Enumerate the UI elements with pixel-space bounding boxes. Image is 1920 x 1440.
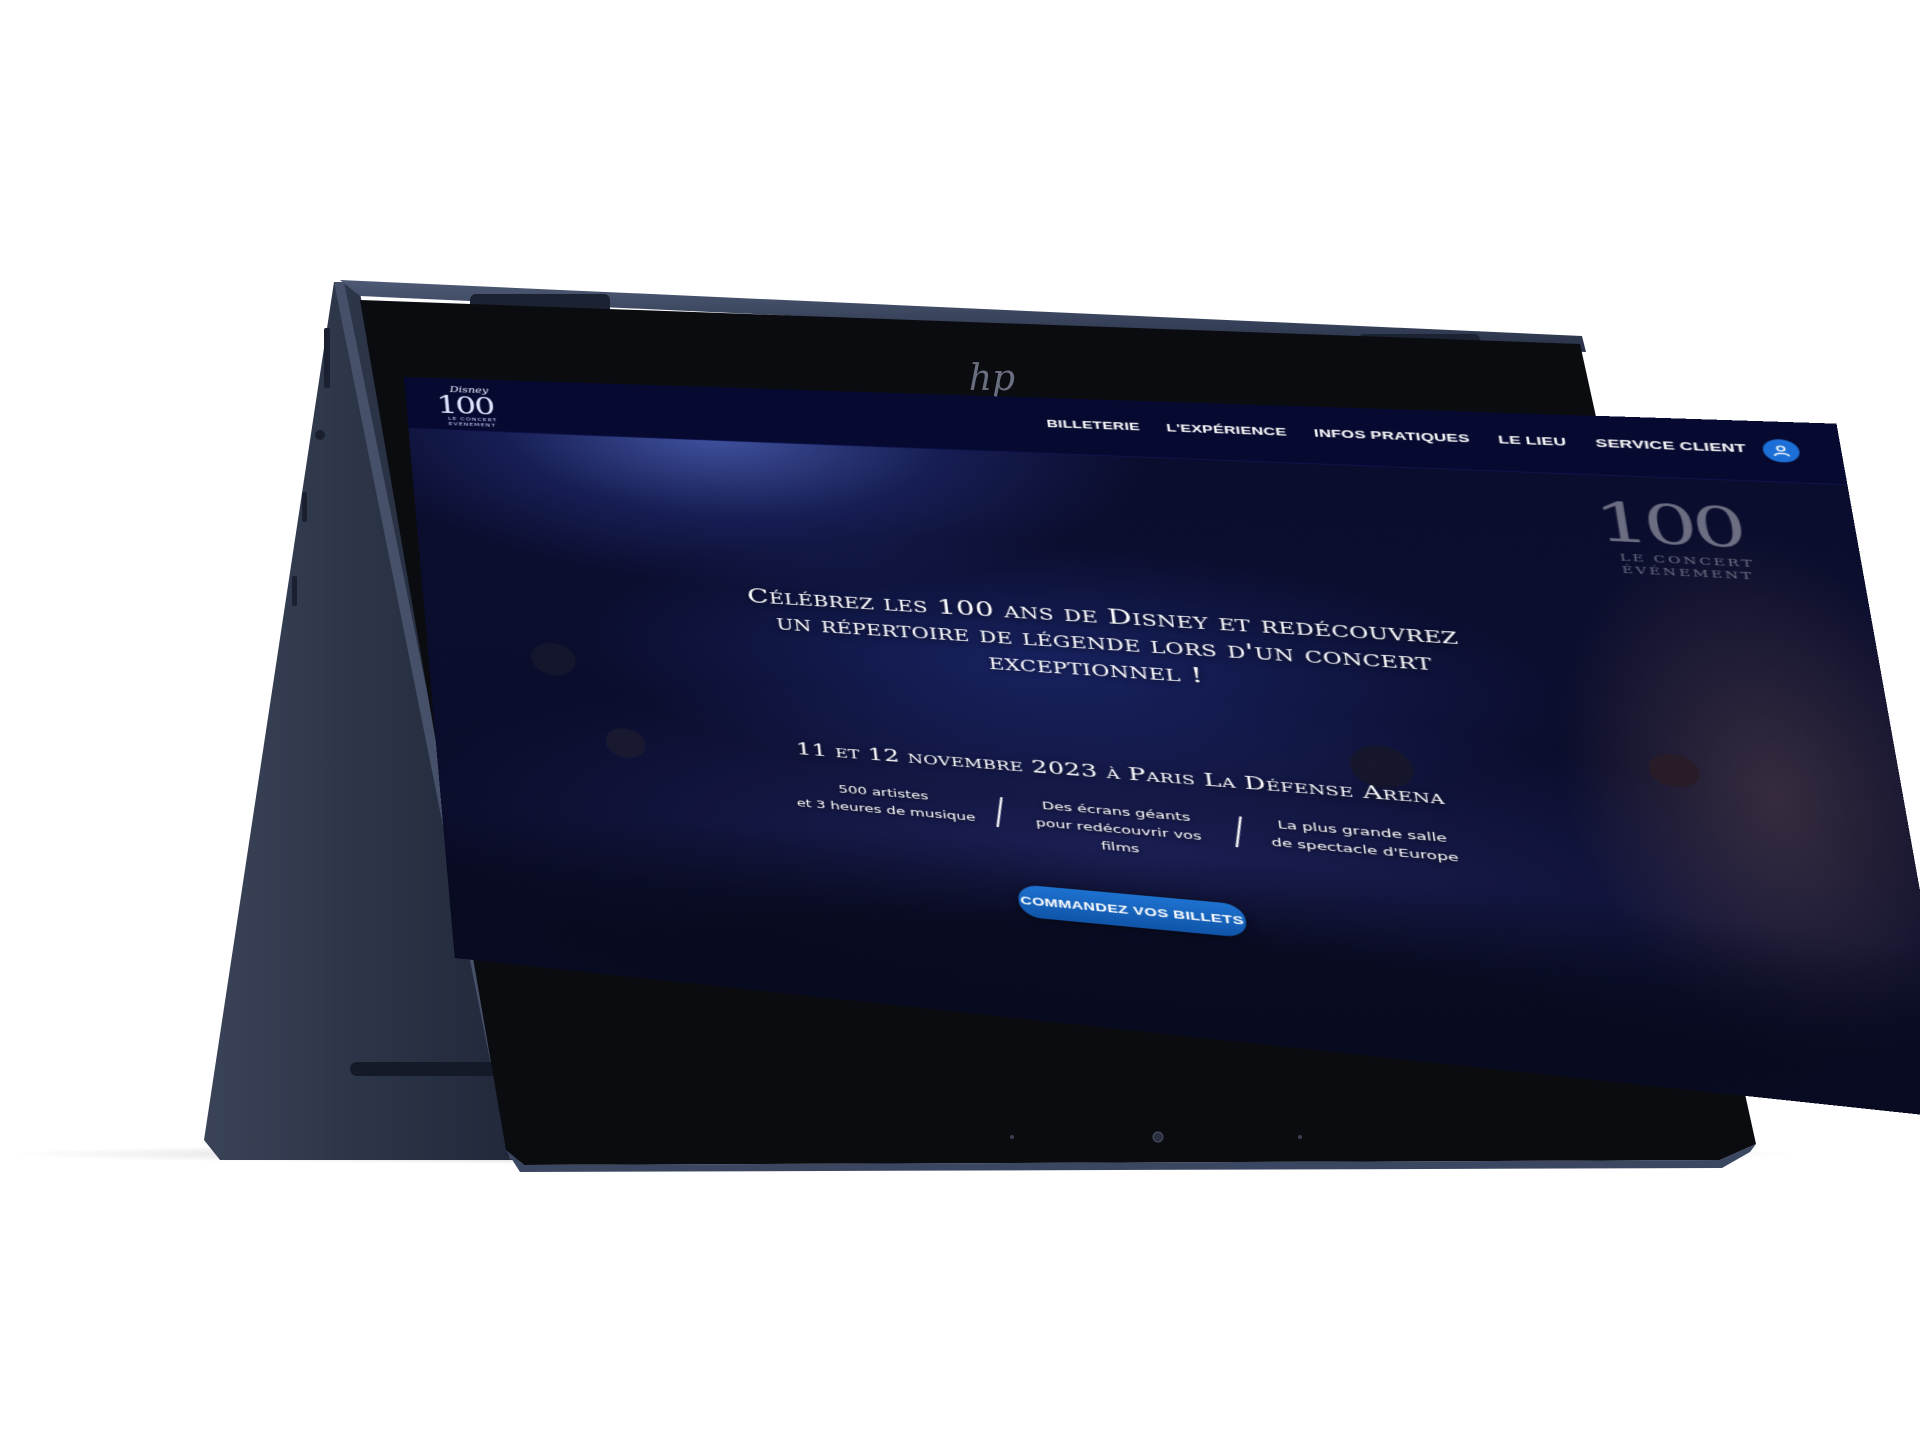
user-icon <box>1770 444 1792 457</box>
nav-billeterie[interactable]: BILLETERIE <box>1046 417 1141 433</box>
logo-subtitle-2: ÉVÉNEMENT <box>448 421 497 429</box>
side-button-2 <box>292 576 297 606</box>
feature-divider <box>1234 816 1242 848</box>
camera-icon <box>1152 1131 1164 1143</box>
main-nav: BILLETERIE L'EXPÉRIENCE INFOS PRATIQUES … <box>1046 417 1747 455</box>
watermark-number: 100 <box>1590 489 1747 561</box>
feature-divider <box>995 797 1003 828</box>
account-button[interactable] <box>1761 438 1802 464</box>
sensor-dot-right <box>1298 1135 1302 1139</box>
disney100-logo[interactable]: Disney 100 LE CONCERT ÉVÉNEMENT <box>431 384 523 428</box>
nav-service-client[interactable]: SERVICE CLIENT <box>1595 436 1748 454</box>
nav-infos-pratiques[interactable]: INFOS PRATIQUES <box>1313 427 1470 445</box>
audio-jack <box>315 430 325 440</box>
nav-experience[interactable]: L'EXPÉRIENCE <box>1166 421 1288 438</box>
side-button <box>302 492 307 522</box>
hero-watermark-logo: 100 LE CONCERT ÉVÉNEMENT <box>1590 490 1798 587</box>
speaker-grille <box>350 1062 500 1076</box>
laptop-tent-mode: hp Disney 100 LE CONCERT ÉVÉNEMENT BILLE… <box>0 0 1920 1440</box>
hp-logo-icon: hp <box>969 358 1015 399</box>
sensor-dot-left <box>1010 1135 1014 1139</box>
usb-port <box>324 328 330 388</box>
nav-le-lieu[interactable]: LE LIEU <box>1497 433 1567 448</box>
